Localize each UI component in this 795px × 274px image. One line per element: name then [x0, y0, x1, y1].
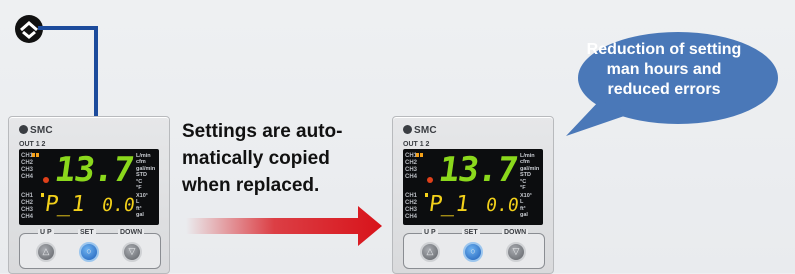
units-top: L/min cfm gal/min STD °C °F — [520, 153, 540, 192]
units-bottom: X10³ Lft³ gal — [136, 193, 148, 219]
bubble-text: Reduction of setting man hours and reduc… — [586, 41, 742, 98]
sub-display-right: 0.0 — [101, 195, 137, 216]
main-value: 13.7 — [436, 150, 520, 190]
set-label: SET — [462, 229, 480, 236]
main-value: 13.7 — [52, 150, 136, 190]
sensor-device-original: SMC OUT 1 2 CH1 CH2 CH3 CH4 13.7 L/min cfm ga… — [8, 116, 170, 274]
triangle-down-icon: ▽ — [128, 246, 136, 257]
cable-horizontal — [38, 26, 98, 30]
triangle-up-icon: △ — [426, 246, 434, 257]
sub-display-left: P_1 — [427, 192, 471, 217]
status-led — [427, 177, 433, 183]
channel-list-top: CH1 CH2 CH3 CH4 — [405, 153, 418, 180]
down-label: DOWN — [118, 229, 145, 236]
output-led-2 — [36, 153, 39, 157]
output-led-1 — [416, 153, 419, 157]
down-button[interactable]: ▽ — [506, 242, 526, 262]
button-panel: U P SET DOWN △ ○ ▽ — [19, 229, 161, 269]
channel-list-top: CH1 CH2 CH3 CH4 — [21, 153, 34, 180]
up-label: U P — [422, 229, 438, 236]
button-panel: U P SET DOWN △ ○ ▽ — [403, 229, 545, 269]
set-button[interactable]: ○ — [79, 242, 99, 262]
channel-led — [41, 193, 44, 197]
up-button[interactable]: △ — [36, 242, 56, 262]
channel-list-bottom: CH1 CH2 CH3 CH4 — [21, 193, 34, 220]
cable-vertical — [94, 26, 98, 120]
triangle-up-icon: △ — [42, 246, 50, 257]
output-led-1 — [32, 153, 35, 157]
out-label: OUT 1 2 — [19, 141, 46, 148]
out-label: OUT 1 2 — [403, 141, 430, 148]
settings-copied-text: Settings are auto- matically copied when… — [182, 121, 343, 196]
units-top: L/min cfm gal/min STD °C °F — [136, 153, 156, 192]
circle-icon: ○ — [86, 246, 92, 257]
triangle-down-icon: ▽ — [512, 246, 520, 257]
display-screen: CH1 CH2 CH3 CH4 13.7 L/min cfm gal/min STD °C °F… — [403, 149, 543, 225]
down-label: DOWN — [502, 229, 529, 236]
up-label: U P — [38, 229, 54, 236]
units-bottom: X10³ Lft³ gal — [520, 193, 532, 219]
set-button[interactable]: ○ — [463, 242, 483, 262]
sensor-device-replacement: SMC OUT 1 2 CH1 CH2 CH3 CH4 13.7 L/min cfm ga… — [392, 116, 554, 274]
status-led — [43, 177, 49, 183]
set-label: SET — [78, 229, 96, 236]
display-screen: CH1 CH2 CH3 CH4 13.7 L/min cfm gal/min STD °C °F… — [19, 149, 159, 225]
brand-logo: SMC — [403, 125, 437, 136]
arrow-right-icon — [186, 206, 382, 246]
up-button[interactable]: △ — [420, 242, 440, 262]
circle-icon: ○ — [470, 246, 476, 257]
sub-display-left: P_1 — [43, 192, 87, 217]
sub-display-right: 0.0 — [485, 195, 521, 216]
output-led-2 — [420, 153, 423, 157]
channel-list-bottom: CH1 CH2 CH3 CH4 — [405, 193, 418, 220]
channel-led — [425, 193, 428, 197]
down-button[interactable]: ▽ — [122, 242, 142, 262]
brand-logo: SMC — [19, 125, 53, 136]
